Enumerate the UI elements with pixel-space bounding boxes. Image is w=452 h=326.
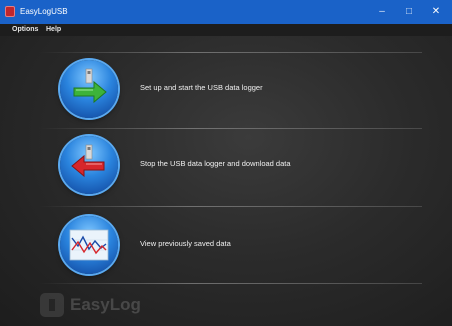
minimize-button[interactable]: – <box>372 4 392 19</box>
maximize-button[interactable]: □ <box>399 4 419 19</box>
stop-download-label: Stop the USB data logger and download da… <box>140 159 291 168</box>
setup-start-label: Set up and start the USB data logger <box>140 83 263 92</box>
close-button[interactable]: ✕ <box>426 4 446 19</box>
view-saved-data-label: View previously saved data <box>140 239 231 248</box>
title-bar: EasyLogUSB – □ ✕ <box>0 0 452 24</box>
view-saved-data-button[interactable]: View previously saved data <box>55 214 425 278</box>
divider <box>39 128 422 129</box>
usb-stop-download-icon <box>60 136 118 194</box>
menu-options[interactable]: Options <box>12 26 38 34</box>
graph-icon <box>60 216 118 274</box>
easylog-logo: EasyLog <box>40 290 160 320</box>
easylog-logo-icon <box>40 293 64 317</box>
divider <box>39 52 422 53</box>
usb-start-icon <box>60 60 118 118</box>
divider <box>39 283 422 284</box>
app-logo-icon <box>5 6 15 17</box>
window-title: EasyLogUSB <box>20 7 68 16</box>
logo-text: EasyLog <box>70 295 141 314</box>
divider <box>39 206 422 207</box>
stop-download-button[interactable]: Stop the USB data logger and download da… <box>55 134 425 198</box>
setup-start-logger-button[interactable]: Set up and start the USB data logger <box>55 58 425 122</box>
main-panel: Set up and start the USB data logger Sto… <box>0 36 452 326</box>
menu-bar: Options Help <box>0 24 452 36</box>
menu-help[interactable]: Help <box>46 26 61 34</box>
